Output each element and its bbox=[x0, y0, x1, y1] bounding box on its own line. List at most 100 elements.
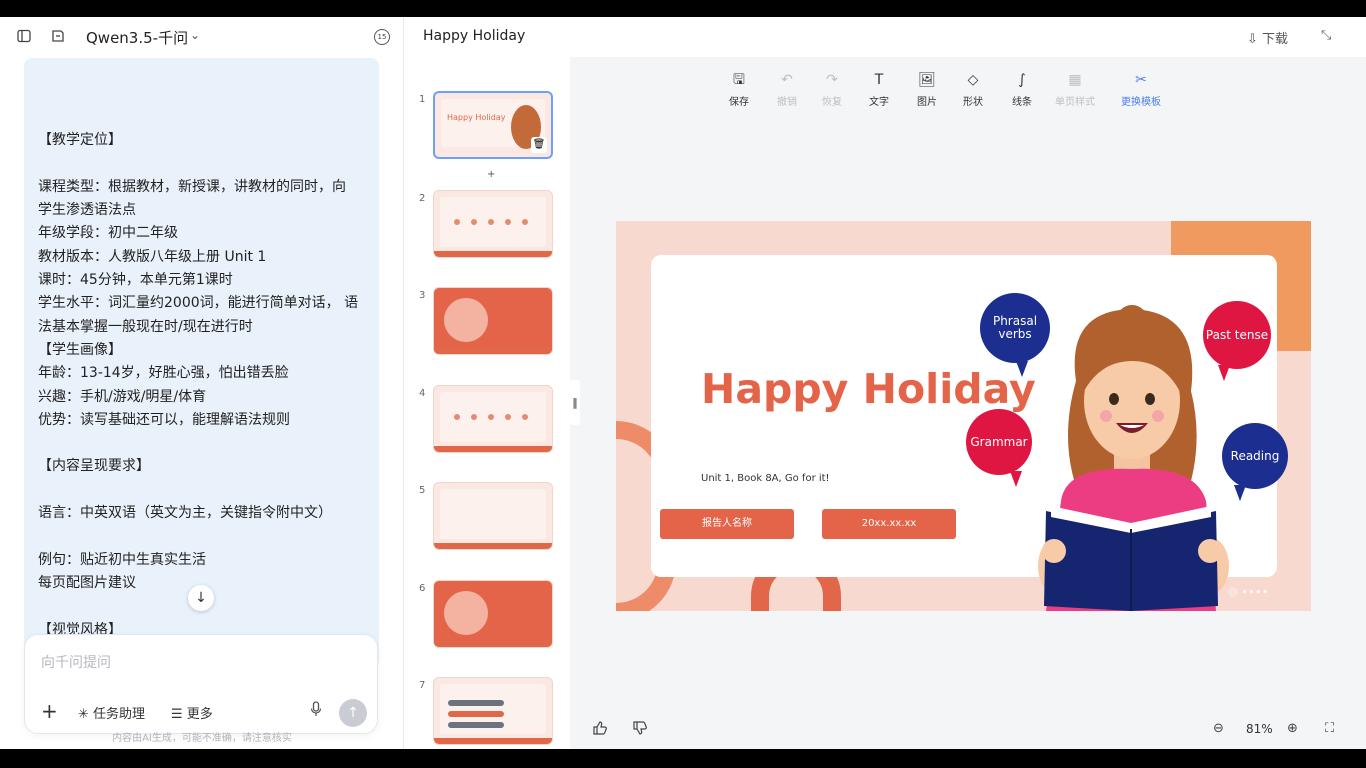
thumbs-up-icon[interactable] bbox=[593, 721, 607, 739]
bubble-grammar[interactable]: Grammar bbox=[966, 409, 1032, 475]
download-button[interactable]: ⇩ 下载 bbox=[1247, 28, 1288, 47]
delete-slide-icon[interactable]: 🗑 bbox=[531, 137, 547, 153]
message-line: 学生水平：词汇量约2000词，能进行简单对话， 语 bbox=[38, 295, 359, 312]
fullscreen-icon[interactable]: ⛶ bbox=[1325, 721, 1334, 736]
sidebar-toggle-icon[interactable] bbox=[16, 29, 32, 45]
message-line bbox=[38, 153, 370, 176]
toolbar-label: 保存 bbox=[729, 97, 749, 108]
send-icon[interactable]: ↑ bbox=[339, 699, 367, 727]
thumbnail-preview bbox=[440, 684, 546, 734]
bubble-tail bbox=[1010, 471, 1022, 487]
bubble-past-tense[interactable]: Past tense bbox=[1203, 301, 1271, 369]
toolbar-label: 更换模板 bbox=[1121, 97, 1161, 108]
thumbnail-number: 4 bbox=[419, 388, 426, 399]
toolbar-label: 形状 bbox=[963, 97, 983, 108]
thumbnail-number: 2 bbox=[419, 193, 426, 204]
microphone-icon[interactable] bbox=[307, 701, 325, 723]
chat-panel: Qwen3.5-千问 ⌄ 15 【教学定位】 课程类型：根据教材，新授课，讲教材的… bbox=[0, 17, 404, 749]
slide-thumbnail[interactable] bbox=[433, 385, 553, 453]
zoom-out-icon[interactable]: ⊖ bbox=[1213, 721, 1224, 736]
workspace-header: Happy Holiday ⇩ 下载 ⤡ bbox=[405, 17, 1366, 57]
reporter-name-box[interactable]: 报告人名称 bbox=[660, 509, 794, 539]
message-line: 法基本掌握一般现在时/现在进行时 bbox=[38, 318, 253, 335]
chat-input[interactable] bbox=[41, 652, 361, 674]
chevron-down-icon[interactable]: ⌄ bbox=[190, 28, 200, 42]
more-button[interactable]: ☰ 更多 bbox=[171, 703, 213, 722]
list-icon: ☰ bbox=[171, 707, 187, 722]
slide-thumbnail[interactable]: Happy Holiday 🗑 bbox=[433, 91, 553, 159]
composer: + ✳ 任务助理 ☰ 更多 ↑ bbox=[24, 634, 378, 734]
thumbnail-footer-bar bbox=[434, 348, 552, 354]
toolbar-line-button[interactable]: ∫ 线条 bbox=[1000, 71, 1044, 108]
slide-thumbnail[interactable] bbox=[433, 287, 553, 355]
message-line: 教材版本：人教版八年级上册 Unit 1 bbox=[38, 248, 267, 265]
bubble-tail bbox=[1234, 485, 1246, 501]
thumbnail-dot bbox=[505, 414, 511, 420]
text-icon: T bbox=[874, 72, 884, 88]
slide-thumbnail-list: 1 Happy Holiday 🗑 2 3 4 5 6 7 + bbox=[405, 57, 570, 749]
document-title: Happy Holiday bbox=[423, 28, 526, 44]
history-badge-icon[interactable]: 15 bbox=[374, 29, 390, 45]
bubble-reading[interactable]: Reading bbox=[1222, 423, 1288, 489]
slide-canvas[interactable]: Happy Holiday Unit 1, Book 8A, Go for it… bbox=[616, 221, 1311, 611]
page-style-icon: ▦ bbox=[1068, 72, 1082, 88]
image-icon: 🖼 bbox=[918, 72, 936, 88]
add-attachment-icon[interactable]: + bbox=[41, 701, 58, 721]
date-box[interactable]: 20xx.xx.xx bbox=[822, 509, 956, 539]
task-assistant-button[interactable]: ✳ 任务助理 bbox=[78, 703, 145, 722]
add-slide-icon[interactable]: + bbox=[487, 169, 495, 180]
thumbnail-preview bbox=[440, 489, 546, 539]
bubble-tail bbox=[1218, 365, 1230, 381]
message-line: 优势：读写基础还可以，能理解语法规则 bbox=[38, 411, 290, 428]
toolbar-text-button[interactable]: T 文字 bbox=[857, 71, 901, 108]
message-line: 课时：45分钟，本单元第1课时 bbox=[38, 272, 233, 289]
toolbar-save-button[interactable]: 🖫 保存 bbox=[717, 71, 761, 108]
ppt-workspace: Happy Holiday ⇩ 下载 ⤡ 1 Happy Holiday 🗑 2 3 4 5… bbox=[405, 17, 1366, 749]
toolbar-label: 图片 bbox=[917, 97, 937, 108]
toolbar-template-button[interactable]: ✂ 更换模板 bbox=[1119, 71, 1163, 108]
slide-thumbnail[interactable] bbox=[433, 677, 553, 745]
message-line: 语言：中英双语（英文为主，关键指令附中文） bbox=[38, 505, 332, 522]
message-line: 【内容呈现要求】 bbox=[38, 458, 150, 475]
thumbnail-dot bbox=[522, 219, 528, 225]
toolbar-undo-button[interactable]: ↶ 撤销 bbox=[765, 71, 809, 108]
editor-toolbar: 🖫 保存 ↶ 撤销 ↷ 恢复 T 文字 🖼 图片 ◇ 形状 ∫ 线条 ▦ 单页样式 ✂ 更换模板 bbox=[725, 71, 1205, 111]
template-icon: ✂ bbox=[1135, 72, 1147, 88]
scroll-down-icon[interactable]: ↓ bbox=[188, 585, 214, 611]
slide-thumbnail[interactable] bbox=[433, 580, 553, 648]
thumbnail-preview bbox=[440, 587, 546, 637]
message-line: 课程类型：根据教材，新授课，讲教材的同时，向 bbox=[38, 178, 346, 195]
zoom-in-icon[interactable]: ⊕ bbox=[1287, 721, 1298, 736]
panel-resize-handle[interactable]: ‖ bbox=[570, 380, 580, 425]
download-icon: ⇩ bbox=[1247, 32, 1263, 47]
thumbnail-footer-bar bbox=[434, 738, 552, 744]
thumbs-down-icon[interactable] bbox=[633, 721, 647, 739]
message-line: 兴趣：手机/游戏/明星/体育 bbox=[38, 388, 207, 405]
slide-subtitle[interactable]: Unit 1, Book 8A, Go for it! bbox=[701, 473, 830, 484]
disclaimer-text: 内容由AI生成，可能不准确，请注意核实 bbox=[112, 733, 292, 744]
bubble-phrasal-verbs[interactable]: Phrasal verbs bbox=[980, 293, 1050, 363]
thumbnail-footer-bar bbox=[434, 641, 552, 647]
toolbar-shape-button[interactable]: ◇ 形状 bbox=[951, 71, 995, 108]
thumbnail-dot bbox=[522, 414, 528, 420]
zoom-level: 81% bbox=[1246, 722, 1273, 736]
thumbnail-preview bbox=[440, 392, 546, 442]
slide-thumbnail[interactable] bbox=[433, 190, 553, 258]
collapse-icon[interactable]: ⤡ bbox=[1321, 28, 1331, 43]
model-selector[interactable]: Qwen3.5-千问 bbox=[86, 27, 188, 48]
toolbar-page-style-button[interactable]: ▦ 单页样式 bbox=[1053, 71, 1097, 108]
toolbar-redo-button[interactable]: ↷ 恢复 bbox=[810, 71, 854, 108]
message-line: 学生渗透语法点 bbox=[38, 202, 136, 219]
thumbnail-row bbox=[448, 711, 504, 717]
save-icon: 🖫 bbox=[733, 72, 745, 88]
thumbnail-dot bbox=[454, 219, 460, 225]
thumbnail-dot bbox=[505, 219, 511, 225]
message-text: 【教学定位】 课程类型：根据教材，新授课，讲教材的同时，向 学生渗透语法点 年级学段：… bbox=[38, 106, 370, 642]
slide-thumbnail[interactable] bbox=[433, 482, 553, 550]
download-label: 下载 bbox=[1262, 32, 1289, 47]
message-line: 【学生画像】 bbox=[38, 341, 122, 358]
toolbar-image-button[interactable]: 🖼 图片 bbox=[905, 71, 949, 108]
thumbnail-number: 3 bbox=[419, 290, 426, 301]
slide-title[interactable]: Happy Holiday bbox=[701, 365, 1036, 413]
new-chat-icon[interactable] bbox=[50, 29, 66, 45]
